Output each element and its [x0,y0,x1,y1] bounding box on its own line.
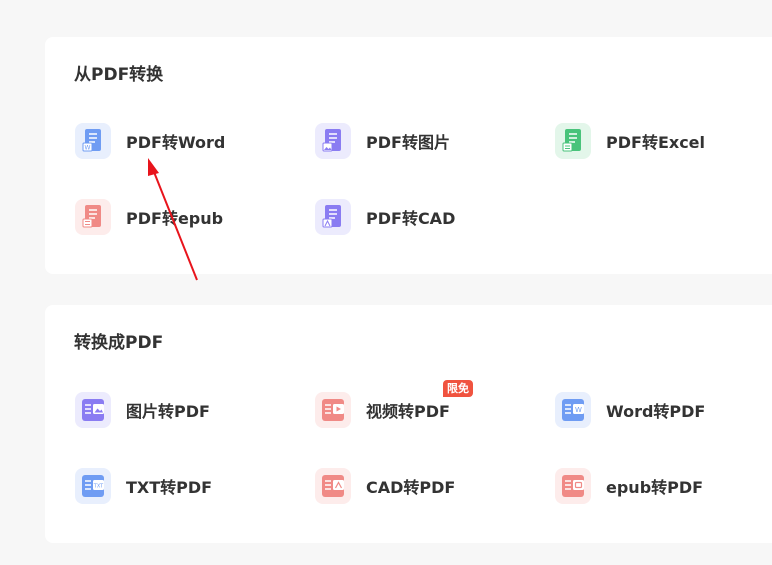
excel-doc-icon [555,123,591,159]
tool-label: PDF转图片 [366,133,450,152]
tool-label: PDF转CAD [366,209,456,228]
to-pdf-card: 转换成PDF 图片转PDF 视频转PDF 限免 W Word转PDF TXT T… [45,305,772,543]
free-badge: 限免 [443,380,473,397]
svg-text:W: W [575,406,582,414]
video-to-pdf-icon [315,392,351,428]
tool-word-to-pdf[interactable]: W Word转PDF [555,392,705,428]
tool-label: CAD转PDF [366,478,456,497]
tool-label: TXT转PDF [126,478,213,497]
tool-label: 视频转PDF [366,402,450,421]
section-title-from-pdf: 从PDF转换 [74,65,164,85]
from-pdf-card: 从PDF转换 W PDF转Word PDF转图片 PDF转Excel PDF转e… [45,37,772,274]
tool-pdf-to-epub[interactable]: PDF转epub [75,199,223,235]
epub-doc-icon [75,199,111,235]
tool-txt-to-pdf[interactable]: TXT TXT转PDF [75,468,212,504]
cad-to-pdf-icon [315,468,351,504]
tool-label: 图片转PDF [126,402,210,421]
tool-label: PDF转Excel [606,133,706,152]
tool-pdf-to-word[interactable]: W PDF转Word [75,123,225,159]
svg-text:W: W [85,145,91,152]
tool-epub-to-pdf[interactable]: epub转PDF [555,468,703,504]
tool-label: PDF转epub [126,209,224,228]
tool-pdf-to-excel[interactable]: PDF转Excel [555,123,705,159]
image-to-pdf-icon [75,392,111,428]
tool-cad-to-pdf[interactable]: CAD转PDF [315,468,455,504]
svg-text:TXT: TXT [93,484,104,490]
tool-pdf-to-cad[interactable]: PDF转CAD [315,199,455,235]
tool-pdf-to-image[interactable]: PDF转图片 [315,123,450,159]
tool-image-to-pdf[interactable]: 图片转PDF [75,392,210,428]
epub-to-pdf-icon [555,468,591,504]
tool-label: epub转PDF [606,478,704,497]
word-doc-icon: W [75,123,111,159]
section-title-to-pdf: 转换成PDF [74,333,164,353]
image-doc-icon [315,123,351,159]
tool-video-to-pdf[interactable]: 视频转PDF 限免 [315,380,473,428]
tool-label: PDF转Word [126,133,226,152]
tool-label: Word转PDF [606,402,706,421]
cad-doc-icon [315,199,351,235]
word-to-pdf-icon: W [555,392,591,428]
txt-to-pdf-icon: TXT [75,468,111,504]
